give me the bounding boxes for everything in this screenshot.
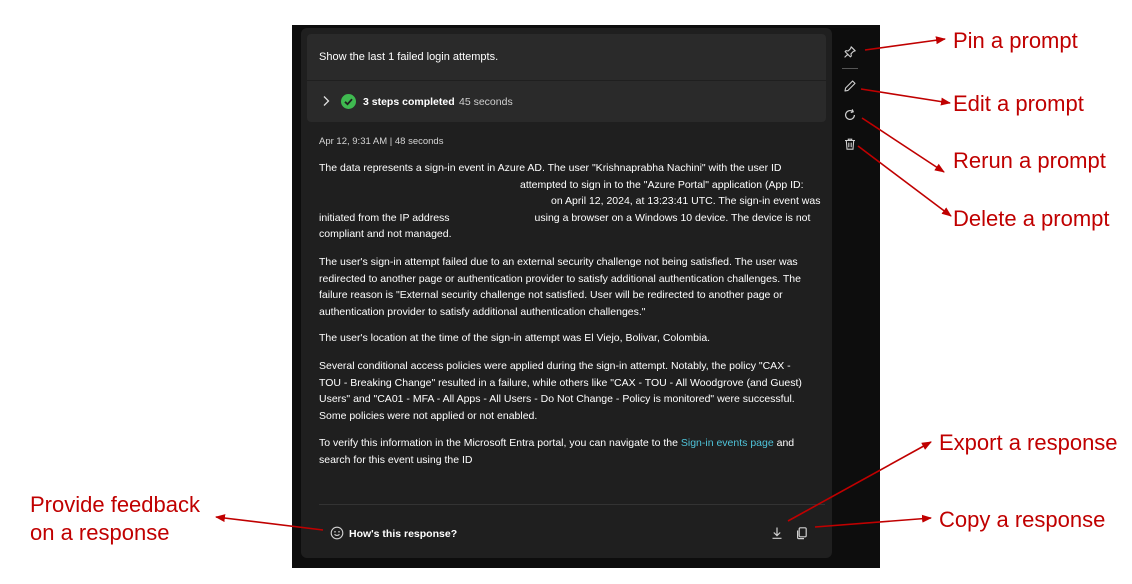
annotation-edit: Edit a prompt [953,91,1084,116]
annotation-pin: Pin a prompt [953,28,1078,53]
annotation-feedback-line2: on a response [30,520,170,545]
annotation-copy: Copy a response [939,507,1106,532]
annotation-rerun: Rerun a prompt [953,148,1106,173]
annotation-feedback-line1: Provide feedback [30,492,200,517]
annotation-export: Export a response [939,430,1118,455]
annotation-delete: Delete a prompt [953,206,1110,231]
